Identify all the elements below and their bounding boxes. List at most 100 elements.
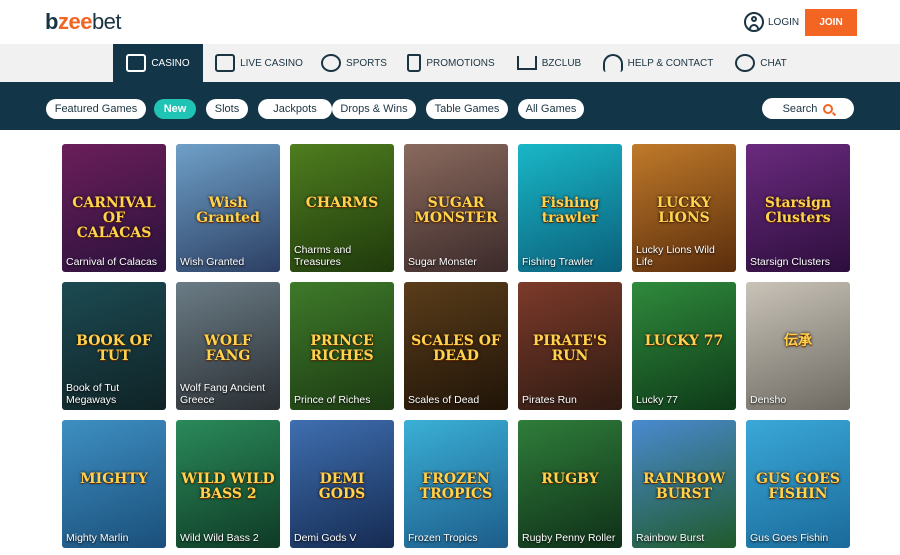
game-logo-text: BOOK OF TUT bbox=[76, 333, 152, 364]
filter-drops-wins[interactable]: Drops & Wins bbox=[332, 99, 416, 119]
game-tile[interactable]: FROZEN TROPICS Frozen Tropics bbox=[404, 420, 508, 548]
soccer-ball-icon bbox=[321, 54, 342, 72]
game-tile[interactable]: LUCKY 77 Lucky 77 bbox=[632, 282, 736, 410]
game-logo-text: WOLF FANG bbox=[204, 333, 252, 364]
nav-item-live-casino[interactable]: LIVE CASINO bbox=[210, 44, 308, 82]
game-logo-text: WILD WILD BASS 2 bbox=[181, 471, 275, 502]
nav-item-chat[interactable]: CHAT bbox=[729, 44, 793, 82]
nav-item-label: SPORTS bbox=[346, 57, 387, 69]
game-title: Pirates Run bbox=[522, 394, 577, 406]
nav-item-promotions[interactable]: PROMOTIONS bbox=[402, 44, 500, 82]
join-button[interactable]: JOIN bbox=[805, 9, 857, 36]
chat-bubble-icon bbox=[735, 54, 756, 72]
game-title: Book of Tut Megaways bbox=[66, 382, 120, 406]
game-tile[interactable]: BOOK OF TUT Book of Tut Megaways bbox=[62, 282, 166, 410]
bzeebet-logo[interactable]: bzeebet bbox=[45, 9, 122, 34]
camera-icon bbox=[215, 54, 236, 72]
game-tile[interactable]: PRINCE RICHES Prince of Riches bbox=[290, 282, 394, 410]
nav-item-casino[interactable]: CASINO bbox=[113, 44, 203, 82]
game-logo-text: Fishing trawler bbox=[540, 195, 600, 226]
game-tile[interactable]: Wish Granted Wish Granted bbox=[176, 144, 280, 272]
game-title: Lucky Lions Wild Life bbox=[636, 244, 715, 268]
logo-bet: bet bbox=[91, 9, 122, 34]
crown-icon bbox=[516, 56, 537, 70]
game-logo-text: PRINCE RICHES bbox=[310, 333, 374, 364]
game-tile[interactable]: RAINBOW BURST Rainbow Burst bbox=[632, 420, 736, 548]
game-title: Sugar Monster bbox=[408, 256, 477, 268]
game-logo-text: CARNIVAL OF CALACAS bbox=[72, 195, 156, 241]
nav-item-sports[interactable]: SPORTS bbox=[318, 44, 390, 82]
game-tile[interactable]: WILD WILD BASS 2 Wild Wild Bass 2 bbox=[176, 420, 280, 548]
logo-b: b bbox=[45, 9, 58, 34]
game-title: Starsign Clusters bbox=[750, 256, 830, 268]
filter-jackpots[interactable]: Jackpots bbox=[258, 99, 332, 119]
filter-new[interactable]: New bbox=[154, 99, 196, 119]
game-tile[interactable]: WOLF FANG Wolf Fang Ancient Greece bbox=[176, 282, 280, 410]
game-title: Rugby Penny Roller bbox=[522, 532, 616, 544]
nav-item-help-contact[interactable]: HELP & CONTACT bbox=[598, 44, 718, 82]
search-button[interactable]: Search bbox=[762, 98, 854, 119]
user-icon bbox=[744, 12, 764, 32]
game-logo-text: FROZEN TROPICS bbox=[419, 471, 493, 502]
main-nav: CASINO LIVE CASINO SPORTS PROMOTIONS BZCLUB H… bbox=[0, 44, 900, 82]
game-title: Frozen Tropics bbox=[408, 532, 478, 544]
headset-icon bbox=[602, 54, 623, 72]
filter-slots[interactable]: Slots bbox=[206, 99, 248, 119]
nav-item-label: LIVE CASINO bbox=[240, 57, 303, 69]
game-tile[interactable]: Starsign Clusters Starsign Clusters bbox=[746, 144, 850, 272]
game-tile[interactable]: Fishing trawler Fishing Trawler bbox=[518, 144, 622, 272]
game-title: Mighty Marlin bbox=[66, 532, 129, 544]
game-logo-text: SUGAR MONSTER bbox=[414, 195, 498, 226]
game-logo-text: RAINBOW BURST bbox=[643, 471, 725, 502]
game-tile[interactable]: GUS GOES FISHIN Gus Goes Fishin bbox=[746, 420, 850, 548]
game-filter-bar: Search Featured Games New Slots Jackpots Dro… bbox=[0, 82, 900, 130]
game-logo-text: RUGBY bbox=[541, 471, 599, 487]
game-title: Wild Wild Bass 2 bbox=[180, 532, 259, 544]
game-logo-text: LUCKY 77 bbox=[644, 333, 724, 349]
game-logo-text: SCALES OF DEAD bbox=[411, 333, 501, 364]
game-tile[interactable]: PIRATE'S RUN Pirates Run bbox=[518, 282, 622, 410]
game-logo-text: Wish Granted bbox=[196, 195, 260, 226]
game-title: Lucky 77 bbox=[636, 394, 679, 406]
game-tile[interactable]: CARNIVAL OF CALACAS Carnival of Calacas bbox=[62, 144, 166, 272]
filter-all-games[interactable]: All Games bbox=[518, 99, 584, 119]
game-title: Gus Goes Fishin bbox=[750, 532, 829, 544]
search-label: Search bbox=[782, 102, 818, 115]
game-tile[interactable]: RUGBY Rugby Penny Roller bbox=[518, 420, 622, 548]
filter-featured-games[interactable]: Featured Games bbox=[46, 99, 146, 119]
game-logo-text: MIGHTY bbox=[80, 471, 148, 487]
game-logo-text: 伝承 bbox=[784, 333, 812, 349]
game-title: Fishing Trawler bbox=[522, 256, 594, 268]
slot-machine-icon bbox=[126, 54, 147, 72]
game-title: Wish Granted bbox=[180, 256, 245, 268]
game-tile[interactable]: MIGHTY Mighty Marlin bbox=[62, 420, 166, 548]
game-logo-text: DEMI GODS bbox=[318, 471, 366, 502]
game-title: Prince of Riches bbox=[294, 394, 371, 406]
game-tile[interactable]: 伝承 Densho bbox=[746, 282, 850, 410]
game-logo-text: Starsign Clusters bbox=[764, 195, 832, 226]
nav-item-label: PROMOTIONS bbox=[426, 57, 495, 69]
gift-bag-icon bbox=[407, 54, 422, 72]
filter-table-games[interactable]: Table Games bbox=[426, 99, 508, 119]
game-title: Charms and Treasures bbox=[294, 244, 352, 268]
game-tile[interactable]: DEMI GODS Demi Gods V bbox=[290, 420, 394, 548]
game-title: Densho bbox=[750, 394, 787, 406]
game-logo-text: LUCKY LIONS bbox=[656, 195, 712, 226]
game-title: Wolf Fang Ancient Greece bbox=[180, 382, 266, 406]
game-tile[interactable]: SCALES OF DEAD Scales of Dead bbox=[404, 282, 508, 410]
game-title: Demi Gods V bbox=[294, 532, 357, 544]
nav-item-label: CHAT bbox=[760, 57, 787, 69]
login-link[interactable]: LOGIN bbox=[744, 11, 799, 33]
nav-item-label: CASINO bbox=[151, 57, 190, 69]
search-icon bbox=[823, 103, 834, 114]
game-tile[interactable]: CHARMS Charms and Treasures bbox=[290, 144, 394, 272]
nav-item-bzclub[interactable]: BZCLUB bbox=[510, 44, 588, 82]
nav-item-label: HELP & CONTACT bbox=[627, 57, 714, 69]
game-tile[interactable]: SUGAR MONSTER Sugar Monster bbox=[404, 144, 508, 272]
top-header: bzeebet LOGIN JOIN bbox=[0, 0, 900, 44]
game-logo-text: PIRATE'S RUN bbox=[532, 333, 608, 364]
login-label: LOGIN bbox=[768, 16, 800, 28]
game-logo-text: CHARMS bbox=[305, 195, 379, 211]
game-title: Scales of Dead bbox=[408, 394, 480, 406]
game-tile[interactable]: LUCKY LIONS Lucky Lions Wild Life bbox=[632, 144, 736, 272]
